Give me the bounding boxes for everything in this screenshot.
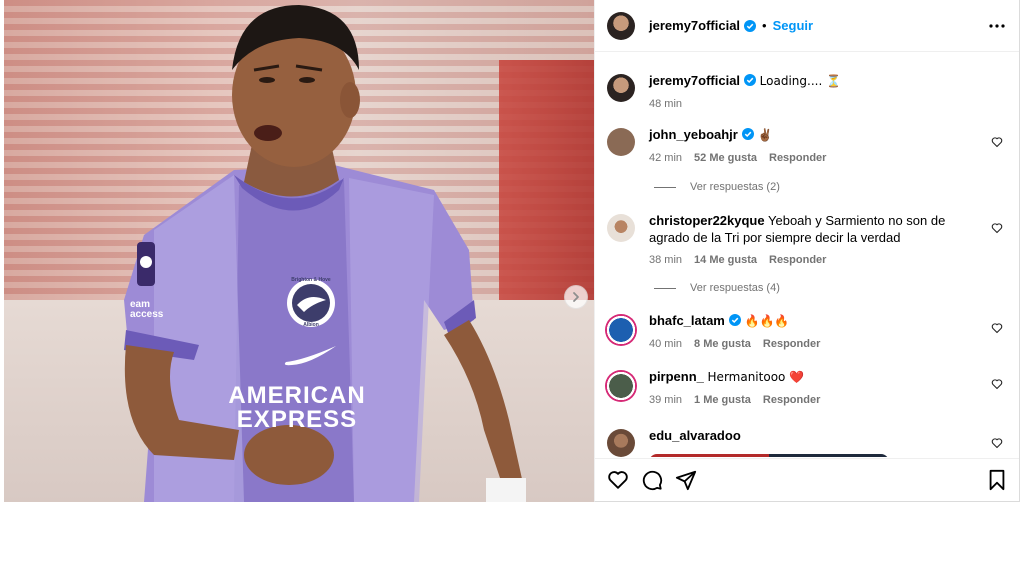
heart-icon xyxy=(608,471,628,489)
comment-username[interactable]: bhafc_latam xyxy=(649,313,725,328)
post-action-bar xyxy=(595,458,1019,501)
more-options-button[interactable] xyxy=(989,23,1005,28)
share-icon xyxy=(675,470,697,491)
reply-button[interactable]: Responder xyxy=(763,392,820,409)
comment-avatar[interactable] xyxy=(607,128,635,156)
comment-text: Hermanitooo ❤️ xyxy=(707,370,805,384)
sponsor-line2: EXPRESS xyxy=(236,406,358,433)
comment-likes[interactable]: 52 Me gusta xyxy=(694,150,757,167)
view-replies-button[interactable]: Ver respuestas (2) xyxy=(654,181,780,193)
comment-username[interactable]: john_yeboahjr xyxy=(649,127,738,142)
comment-avatar[interactable] xyxy=(605,314,637,346)
sleeve-text: eam access xyxy=(130,299,164,320)
heart-icon[interactable] xyxy=(991,378,1003,390)
comment-avatar[interactable] xyxy=(605,370,637,402)
comment-row: john_yeboahjr ✌🏾 42 min 52 Me gusta Resp… xyxy=(607,126,1007,167)
heart-icon[interactable] xyxy=(991,136,1003,148)
verified-badge-icon xyxy=(744,74,757,86)
comment-icon xyxy=(642,470,663,491)
caption-text: Loading.... ⏳ xyxy=(759,74,842,88)
sponsor-line1: AMERICAN xyxy=(228,382,366,409)
header-separator: • xyxy=(762,18,767,33)
author-avatar[interactable] xyxy=(607,11,635,40)
reply-button[interactable]: Responder xyxy=(769,252,826,269)
heart-icon[interactable] xyxy=(991,437,1003,449)
post-sidebar: jeremy7official • Seguir jeremy7official… xyxy=(594,0,1020,502)
view-replies-button[interactable]: Ver respuestas (4) xyxy=(654,282,780,294)
verified-badge-icon xyxy=(741,128,754,140)
comment-likes[interactable]: 8 Me gusta xyxy=(694,336,751,353)
comment-username[interactable]: christoper22kyque xyxy=(649,213,765,228)
author-username[interactable]: jeremy7official xyxy=(649,18,740,33)
like-button[interactable] xyxy=(607,469,629,491)
comment-username[interactable]: pirpenn_ xyxy=(649,369,704,384)
reply-button[interactable]: Responder xyxy=(769,150,826,167)
comment-text: 🔥🔥🔥 xyxy=(744,314,790,328)
crest-line2: Albion xyxy=(303,322,319,328)
post-header: jeremy7official • Seguir xyxy=(595,0,1019,52)
crest-line1: Brighton & Hove xyxy=(291,277,331,283)
view-replies-label: Ver respuestas (4) xyxy=(690,282,780,294)
replies-line xyxy=(654,287,676,289)
comment-row: christoper22kyque Yeboah y Sarmiento no … xyxy=(607,212,1007,269)
comment-time: 40 min xyxy=(649,338,683,350)
bookmark-icon xyxy=(989,469,1005,491)
verified-badge-icon xyxy=(728,314,741,326)
comment-text: ✌🏾 xyxy=(757,128,773,142)
comment-row: edu_alvaradoo xyxy=(607,427,1007,457)
share-button[interactable] xyxy=(675,469,697,491)
comments-list[interactable]: jeremy7official Loading.... ⏳ 48 min joh… xyxy=(595,53,1019,457)
caption-username[interactable]: jeremy7official xyxy=(649,73,740,88)
caption-time: 48 min xyxy=(649,98,683,110)
crest-text-bottom: Albion xyxy=(289,323,333,328)
comment-button[interactable] xyxy=(641,469,663,491)
comment-row: pirpenn_ Hermanitooo ❤️ 39 min 1 Me gust… xyxy=(605,368,1007,409)
post-photo[interactable]: AMERICAN EXPRESS Brighton & Hove Albion … xyxy=(4,0,594,502)
comment-time: 39 min xyxy=(649,394,683,406)
crest-text: Brighton & Hove xyxy=(289,278,333,283)
comment-avatar[interactable] xyxy=(607,214,635,242)
comment-media-preview[interactable] xyxy=(649,454,889,457)
more-horizontal-icon xyxy=(989,23,1005,28)
view-replies-label: Ver respuestas (2) xyxy=(690,181,780,193)
reply-button[interactable]: Responder xyxy=(763,336,820,353)
caption: jeremy7official Loading.... ⏳ 48 min xyxy=(607,72,1007,113)
verified-badge-icon xyxy=(744,19,757,32)
comment-time: 42 min xyxy=(649,152,683,164)
replies-line xyxy=(654,186,676,188)
comment-time: 38 min xyxy=(649,254,683,266)
next-photo-button[interactable] xyxy=(564,285,588,309)
comment-username[interactable]: edu_alvaradoo xyxy=(649,428,741,443)
comment-likes[interactable]: 1 Me gusta xyxy=(694,392,751,409)
heart-icon[interactable] xyxy=(991,222,1003,234)
caption-avatar[interactable] xyxy=(607,74,635,102)
heart-icon[interactable] xyxy=(991,322,1003,334)
comment-avatar[interactable] xyxy=(607,429,635,457)
chevron-right-icon xyxy=(573,292,579,302)
follow-button[interactable]: Seguir xyxy=(773,18,813,33)
save-button[interactable] xyxy=(987,469,1007,491)
comment-row: bhafc_latam 🔥🔥🔥 40 min 8 Me gusta Respon… xyxy=(605,312,1007,353)
comment-likes[interactable]: 14 Me gusta xyxy=(694,252,757,269)
sponsor-text: AMERICAN EXPRESS xyxy=(212,384,382,432)
